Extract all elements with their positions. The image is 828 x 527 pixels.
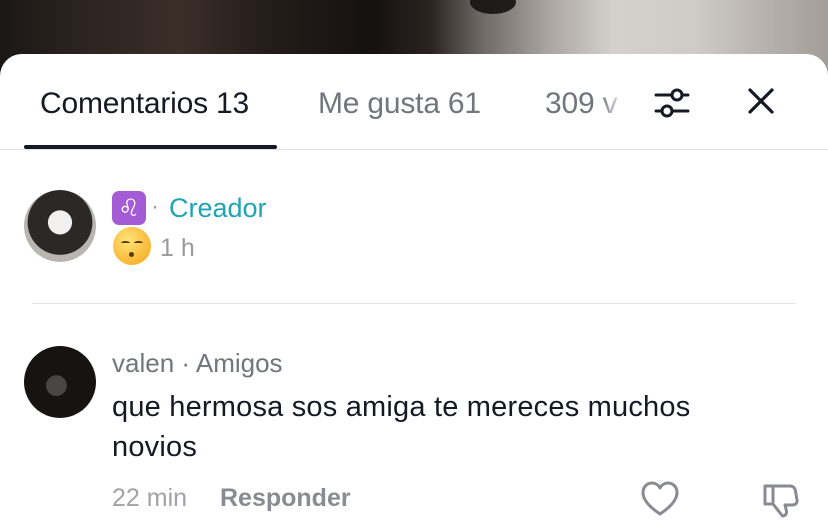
tab-comments[interactable]: Comentarios 13 (40, 84, 249, 124)
commenter-avatar[interactable] (24, 346, 96, 418)
relation-label: Amigos (195, 348, 283, 378)
creator-label: Creador (169, 193, 267, 223)
tab-bar: Comentarios 13 Me gusta 61 309 v (0, 54, 828, 150)
comment-header[interactable]: valen · Amigos (112, 346, 283, 380)
separator: · (181, 348, 191, 378)
username[interactable]: valen (112, 348, 174, 378)
zodiac-badge: ♌ (112, 191, 146, 225)
comments-sheet: Comentarios 13 Me gusta 61 309 v ♌ · Cre… (0, 54, 828, 527)
tab-likes[interactable]: Me gusta 61 (318, 84, 481, 124)
separator: · (151, 193, 159, 220)
comment-emoji (113, 227, 151, 265)
dislike-button[interactable] (760, 480, 800, 520)
screen: Comentarios 13 Me gusta 61 309 v ♌ · Cre… (0, 0, 828, 527)
sliders-icon (654, 88, 690, 118)
filter-button[interactable] (654, 86, 690, 120)
comment-text: que hermosa sos amiga te mereces muchos … (112, 391, 691, 463)
divider (32, 303, 796, 304)
tab-views[interactable]: 309 v (545, 84, 625, 124)
thumbs-down-icon (763, 484, 799, 518)
close-icon (748, 88, 774, 114)
heart-outline-icon (641, 481, 679, 516)
active-tab-indicator (24, 145, 277, 149)
close-button[interactable] (744, 84, 778, 118)
comment-time: 22 min (112, 484, 188, 512)
creator-avatar[interactable] (24, 190, 96, 262)
reply-button[interactable]: Responder (220, 482, 351, 514)
like-button[interactable] (640, 480, 680, 518)
comment-time: 1 h (160, 234, 195, 262)
background-shape (470, 0, 516, 14)
